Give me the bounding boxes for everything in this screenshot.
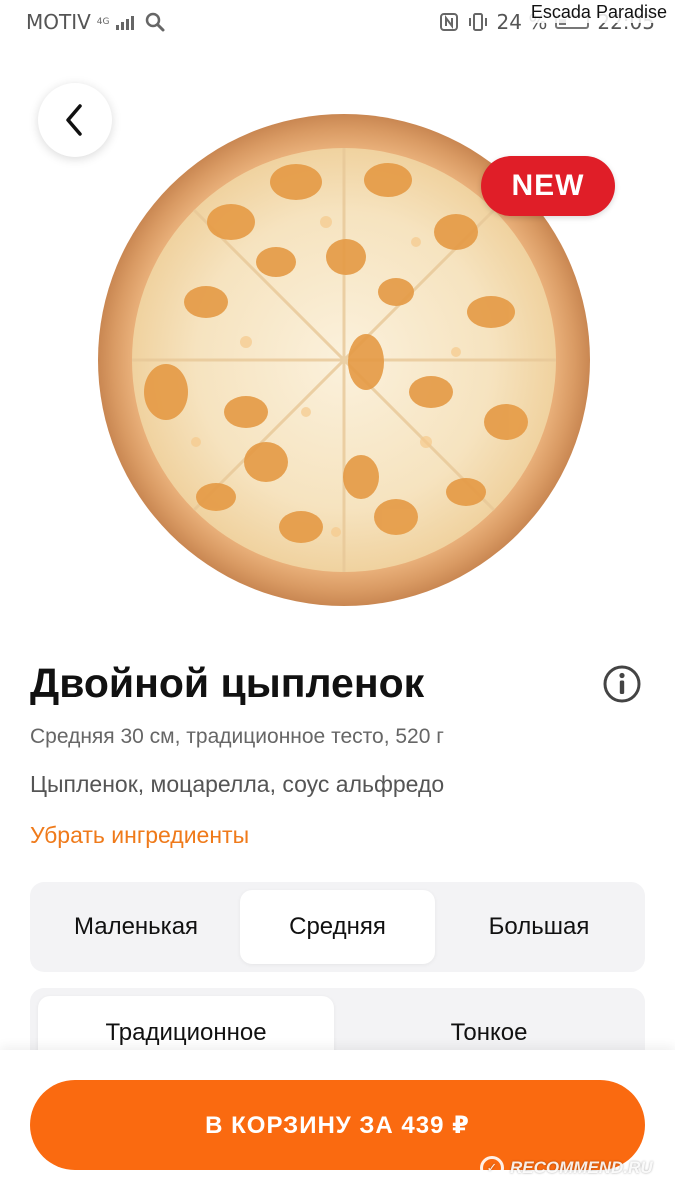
search-icon	[145, 12, 164, 32]
vibrate-icon	[468, 13, 487, 31]
status-left: MOTIV 4G	[26, 10, 166, 34]
new-badge: NEW	[481, 156, 615, 216]
remove-ingredients-link[interactable]: Убрать ингредиенты	[30, 822, 249, 849]
carrier-name: MOTIV	[26, 10, 91, 34]
recommend-watermark: ✓ RECOMMEND.RU	[480, 1156, 653, 1180]
chevron-left-icon	[66, 104, 82, 136]
nfc-icon	[439, 13, 458, 31]
size-option-small[interactable]: Маленькая	[38, 890, 234, 964]
size-option-large[interactable]: Большая	[441, 890, 637, 964]
recommend-text: RECOMMEND.RU	[510, 1158, 653, 1177]
recommend-logo-icon: ✓	[480, 1156, 504, 1180]
size-selector: Маленькая Средняя Большая	[30, 882, 645, 972]
product-title: Двойной цыпленок	[30, 660, 425, 706]
watermark-text: Escada Paradise	[528, 2, 669, 23]
network-type: 4G	[96, 16, 110, 27]
product-details: Средняя 30 см, традиционное тесто, 520 г	[30, 725, 444, 748]
signal-icon	[115, 14, 134, 30]
size-option-medium[interactable]: Средняя	[240, 890, 435, 964]
info-icon[interactable]	[602, 664, 642, 704]
product-ingredients: Цыпленок, моцарелла, соус альфредо	[30, 771, 445, 797]
